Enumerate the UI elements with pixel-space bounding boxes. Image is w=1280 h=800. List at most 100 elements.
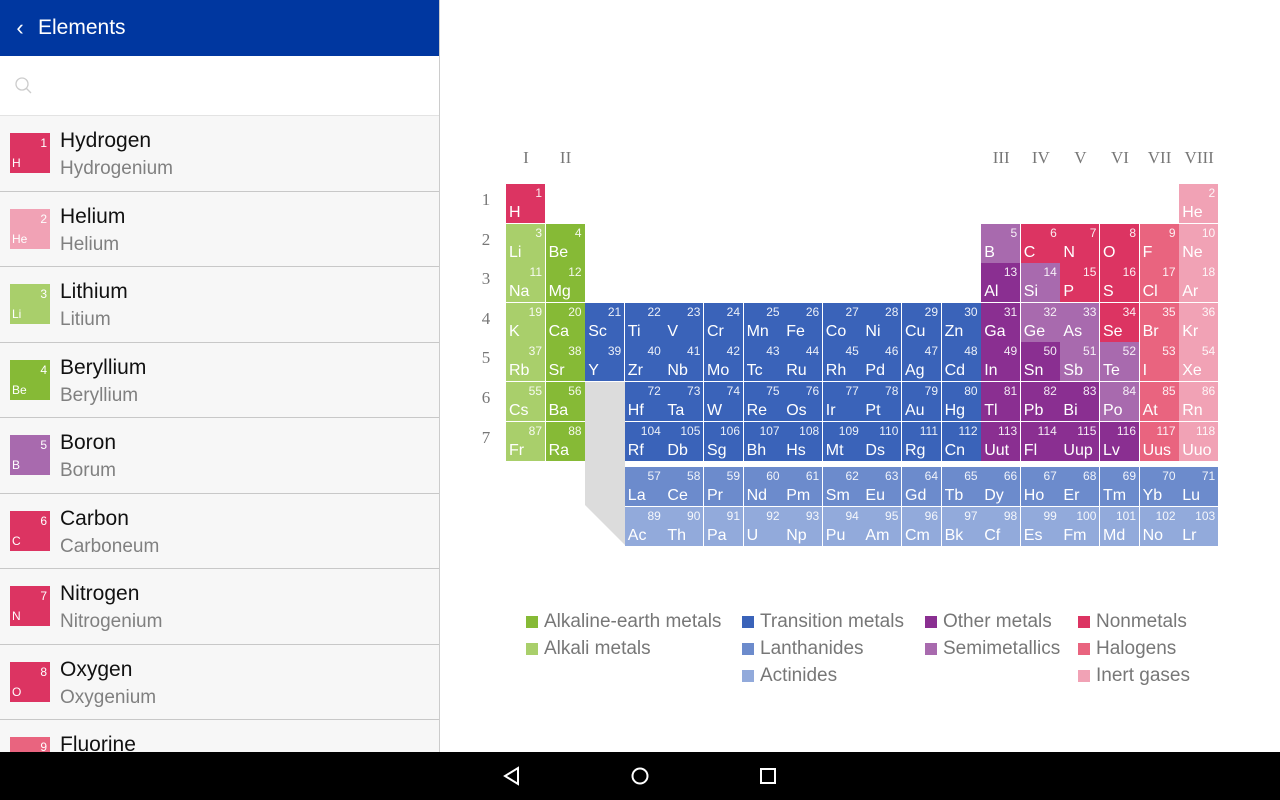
element-cell-na[interactable]: 11 Na xyxy=(506,263,545,303)
element-cell-cn[interactable]: 112 Cn xyxy=(941,421,981,461)
element-cell-db[interactable]: 105 Db xyxy=(664,421,704,461)
element-cell-si[interactable]: 14 Si xyxy=(1020,263,1060,303)
element-cell-no[interactable]: 102 No xyxy=(1139,506,1179,546)
element-cell-at[interactable]: 85 At xyxy=(1139,382,1179,421)
element-cell-yb[interactable]: 70 Yb xyxy=(1139,467,1179,506)
element-cell-tm[interactable]: 69 Tm xyxy=(1100,467,1139,506)
element-cell-mn[interactable]: 25 Mn xyxy=(743,302,783,342)
element-cell-ge[interactable]: 32 Ge xyxy=(1020,302,1060,342)
element-cell-os[interactable]: 76 Os xyxy=(783,382,823,421)
list-item[interactable]: 4 Be Beryllium Beryllium xyxy=(0,343,439,418)
element-cell-o[interactable]: 8O xyxy=(1100,223,1139,263)
element-cell-cr[interactable]: 24 Cr xyxy=(704,302,743,342)
element-cell-fl[interactable]: 114 Fl xyxy=(1020,421,1060,461)
element-cell-te[interactable]: 52 Te xyxy=(1100,342,1139,382)
element-cell-s[interactable]: 16 S xyxy=(1100,263,1139,303)
element-cell-ni[interactable]: 28 Ni xyxy=(862,302,902,342)
element-cell-ar[interactable]: 18 Ar xyxy=(1179,263,1219,303)
element-cell-ag[interactable]: 47 Ag xyxy=(902,342,941,382)
element-cell-np[interactable]: 93 Np xyxy=(783,506,823,546)
element-cell-pt[interactable]: 78 Pt xyxy=(862,382,902,421)
list-item[interactable]: 6 C Carbon Carboneum xyxy=(0,494,439,569)
element-cell-dy[interactable]: 66 Dy xyxy=(981,467,1021,506)
element-cell-ga[interactable]: 31 Ga xyxy=(981,302,1021,342)
list-item[interactable]: 9F Fluorine xyxy=(0,720,439,752)
element-cell-cs[interactable]: 55 Cs xyxy=(506,382,545,421)
element-cell-sg[interactable]: 106 Sg xyxy=(704,421,743,461)
element-cell-in[interactable]: 49 In xyxy=(981,342,1021,382)
element-cell-ru[interactable]: 44 Ru xyxy=(783,342,823,382)
element-cell-th[interactable]: 90 Th xyxy=(664,506,704,546)
element-cell-hf[interactable]: 72 Hf xyxy=(624,382,664,421)
element-cell-pr[interactable]: 59 Pr xyxy=(704,467,743,506)
element-cell-au[interactable]: 79 Au xyxy=(902,382,941,421)
element-cell-eu[interactable]: 63 Eu xyxy=(862,467,902,506)
element-cell-pu[interactable]: 94 Pu xyxy=(822,506,862,546)
element-cell-nd[interactable]: 60 Nd xyxy=(743,467,783,506)
element-cell-rn[interactable]: 86 Rn xyxy=(1179,382,1219,421)
chevron-left-icon[interactable]: ‹ xyxy=(0,15,38,41)
element-cell-bh[interactable]: 107 Bh xyxy=(743,421,783,461)
element-cell-uup[interactable]: 115 Uup xyxy=(1060,421,1100,461)
element-cell-cu[interactable]: 29 Cu xyxy=(902,302,941,342)
element-cell-ba[interactable]: 56 Ba xyxy=(545,382,585,421)
element-cell-bi[interactable]: 83 Bi xyxy=(1060,382,1100,421)
search-input[interactable] xyxy=(44,75,439,96)
element-cell-er[interactable]: 68 Er xyxy=(1060,467,1100,506)
element-cell-ti[interactable]: 22 Ti xyxy=(624,302,664,342)
back-triangle-icon[interactable] xyxy=(498,762,526,790)
element-cell-c[interactable]: 6C xyxy=(1020,223,1060,263)
element-cell-v[interactable]: 23 V xyxy=(664,302,704,342)
element-cell-sc[interactable]: 21 Sc xyxy=(585,302,625,342)
element-cell-ac[interactable]: 89 Ac xyxy=(624,506,664,546)
element-cell-pm[interactable]: 61 Pm xyxy=(783,467,823,506)
element-cell-rb[interactable]: 37 Rb xyxy=(506,342,545,382)
element-cell-ir[interactable]: 77 Ir xyxy=(822,382,862,421)
element-cell-h[interactable]: 1H xyxy=(506,184,545,223)
element-cell-y[interactable]: 39 Y xyxy=(585,342,625,382)
element-cell-lu[interactable]: 71 Lu xyxy=(1179,467,1219,506)
search-bar[interactable] xyxy=(0,56,439,116)
list-item[interactable]: 8 O Oxygen Oxygenium xyxy=(0,645,439,720)
element-cell-cl[interactable]: 17 Cl xyxy=(1139,263,1179,303)
element-cell-ho[interactable]: 67 Ho xyxy=(1020,467,1060,506)
element-cell-sr[interactable]: 38 Sr xyxy=(545,342,585,382)
element-cell-fm[interactable]: 100 Fm xyxy=(1060,506,1100,546)
list-item[interactable]: 7 N Nitrogen Nitrogenium xyxy=(0,569,439,645)
element-cell-tl[interactable]: 81 Tl xyxy=(981,382,1021,421)
element-cell-pb[interactable]: 82 Pb xyxy=(1020,382,1060,421)
element-cell-ra[interactable]: 88 Ra xyxy=(545,421,585,461)
element-cell-cf[interactable]: 98 Cf xyxy=(981,506,1021,546)
element-cell-po[interactable]: 84 Po xyxy=(1100,382,1139,421)
element-cell-p[interactable]: 15 P xyxy=(1060,263,1100,303)
element-cell-be[interactable]: 4 Be xyxy=(545,223,585,263)
element-cell-am[interactable]: 95 Am xyxy=(862,506,902,546)
element-cell-kr[interactable]: 36 Kr xyxy=(1179,302,1219,342)
recents-square-icon[interactable] xyxy=(754,762,782,790)
element-cell-b[interactable]: 5B xyxy=(981,223,1021,263)
element-cell-u[interactable]: 92 U xyxy=(743,506,783,546)
list-item[interactable]: 2 He Helium Helium xyxy=(0,192,439,267)
element-cell-nb[interactable]: 41 Nb xyxy=(664,342,704,382)
element-cell-ds[interactable]: 110 Ds xyxy=(862,421,902,461)
element-cell-ne[interactable]: 10 Ne xyxy=(1179,223,1219,263)
element-cell-xe[interactable]: 54 Xe xyxy=(1179,342,1219,382)
element-list[interactable]: 1 H Hydrogen Hydrogenium 2 He Helium Helium 3 Li L… xyxy=(0,116,439,752)
element-cell-lr[interactable]: 103 Lr xyxy=(1179,506,1219,546)
element-cell-rg[interactable]: 111 Rg xyxy=(902,421,941,461)
element-cell-ce[interactable]: 58 Ce xyxy=(664,467,704,506)
element-cell-rh[interactable]: 45 Rh xyxy=(822,342,862,382)
element-cell-mg[interactable]: 12 Mg xyxy=(545,263,585,303)
element-cell-li[interactable]: 3 Li xyxy=(506,223,545,263)
element-cell-lv[interactable]: 116 Lv xyxy=(1100,421,1139,461)
element-cell-bk[interactable]: 97 Bk xyxy=(941,506,981,546)
list-item[interactable]: 5 B Boron Borum xyxy=(0,418,439,494)
element-cell-rf[interactable]: 104 Rf xyxy=(624,421,664,461)
element-cell-uut[interactable]: 113 Uut xyxy=(981,421,1021,461)
element-cell-hg[interactable]: 80 Hg xyxy=(941,382,981,421)
element-cell-la[interactable]: 57 La xyxy=(624,467,664,506)
element-cell-fe[interactable]: 26 Fe xyxy=(783,302,823,342)
element-cell-sb[interactable]: 51 Sb xyxy=(1060,342,1100,382)
element-cell-tc[interactable]: 43 Tc xyxy=(743,342,783,382)
element-cell-zn[interactable]: 30 Zn xyxy=(941,302,981,342)
